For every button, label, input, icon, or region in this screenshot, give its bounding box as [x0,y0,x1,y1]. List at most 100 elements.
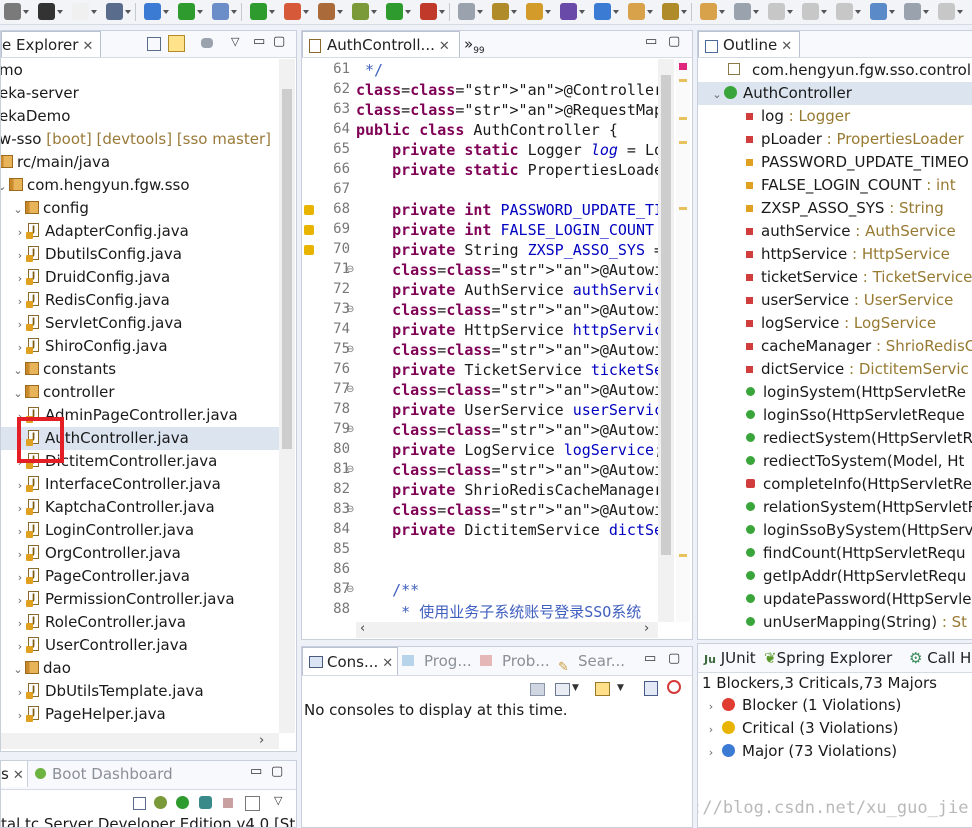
open-console-icon[interactable] [595,682,610,696]
dropdown-icon[interactable]: ▼ [617,683,624,693]
tree-item[interactable]: › J LoginController.java [1,519,279,542]
expand-arrow-icon[interactable]: › [13,290,27,313]
outline-item[interactable]: PASSWORD_UPDATE_TIMEO [698,151,972,174]
tab-overflow[interactable]: »99 [464,31,485,57]
dropdown-icon[interactable] [23,10,29,14]
tree-item[interactable]: › J AdapterConfig.java [1,220,279,243]
tree-item[interactable]: ⌄ config [1,197,279,220]
outline-item[interactable]: loginSystem(HttpServletRe [698,381,972,404]
tree-item[interactable]: › J DbutilsConfig.java [1,243,279,266]
skip-breakpoints-icon[interactable] [178,3,195,20]
dropdown-icon[interactable] [197,10,203,14]
expand-arrow-icon[interactable]: › [13,336,27,359]
build-icon[interactable] [458,3,475,20]
outline-item[interactable]: com.hengyun.fgw.sso.controll [698,59,972,82]
close-icon[interactable]: ✕ [82,39,93,54]
view-menu-icon[interactable]: ▽ [231,35,239,48]
stop-icon[interactable] [420,3,437,20]
collapse-arrow-icon[interactable]: ⌄ [11,198,25,221]
expand-arrow-icon[interactable]: › [13,704,27,727]
issue-group[interactable]: › Critical (3 Violations) [698,717,972,740]
class-icon[interactable] [526,3,543,20]
dropdown-icon[interactable] [477,10,483,14]
minimize-icon[interactable]: ▭ [250,764,262,779]
new-icon[interactable] [38,3,55,20]
coverage-icon[interactable] [352,3,369,20]
outline-item[interactable]: updatePassword(HttpServle [698,588,972,611]
globe-icon[interactable] [836,3,853,20]
scroll-right-icon[interactable]: › [644,621,649,636]
open-task-icon[interactable] [628,3,645,20]
tree-item[interactable]: › J OrgController.java [1,542,279,565]
outline-item[interactable]: getIpAddr(HttpServletRequ [698,565,972,588]
outline-item[interactable]: dictService : DictitemServic [698,358,972,381]
dropdown-icon[interactable] [923,10,929,14]
collapse-arrow-icon[interactable]: ⌄ [11,359,25,382]
dropdown-icon[interactable] [405,10,411,14]
outline-item[interactable]: FALSE_LOGIN_COUNT : int [698,174,972,197]
next-annotation-icon[interactable] [734,3,751,20]
dropdown-icon[interactable] [647,10,653,14]
maximize-icon[interactable]: ▢ [668,651,680,666]
dropdown-icon[interactable] [163,10,169,14]
fold-icon[interactable]: ⊖ [346,584,354,595]
scroll-right-icon[interactable]: › [259,733,264,748]
outline-item[interactable]: loginSsoBySystem(HttpServ [698,519,972,542]
tree-item[interactable]: › J RoleController.java [1,611,279,634]
collapse-all-icon[interactable] [147,37,161,51]
pin-icon[interactable] [802,3,819,20]
issue-group[interactable]: › Blocker (1 Violations) [698,694,972,717]
dropdown-icon[interactable] [231,10,237,14]
format-icon[interactable] [904,3,921,20]
dropdown-icon[interactable] [545,10,551,14]
dropdown-icon[interactable]: ▼ [572,683,579,693]
fold-icon[interactable]: ⊖ [346,344,354,355]
dropdown-icon[interactable] [371,10,377,14]
tree-horizontal-scrollbar[interactable]: › [1,733,279,749]
console-icon[interactable] [245,796,260,811]
tree-item[interactable]: eka-server [1,82,279,105]
expand-arrow-icon[interactable]: › [704,741,718,764]
tree-item[interactable]: › J KaptchaController.java [1,496,279,519]
collapse-arrow-icon[interactable]: ⌄ [11,658,25,681]
editor-scroll-thumb[interactable] [661,75,671,555]
tree-item[interactable]: ⌄ dao [1,657,279,680]
fold-icon[interactable]: ⊖ [346,304,354,315]
expand-arrow-icon[interactable]: › [704,695,718,718]
tab-outline[interactable]: Outline ✕ [698,31,800,57]
dropdown-icon[interactable] [511,10,517,14]
dropdown-icon[interactable] [889,10,895,14]
run-last-icon[interactable] [386,3,403,20]
debug-icon[interactable] [154,796,167,809]
restart-debug-icon[interactable] [199,796,212,809]
maximize-icon[interactable]: ▢ [271,764,283,779]
editor-horizontal-scrollbar[interactable]: ‹ › [356,621,658,638]
dropdown-icon[interactable] [439,10,445,14]
expand-arrow-icon[interactable]: › [13,566,27,589]
outline-item[interactable]: userService : UserService [698,289,972,312]
dropdown-icon[interactable] [125,10,131,14]
fold-icon[interactable]: ⊖ [346,384,354,395]
expand-arrow-icon[interactable]: › [13,244,27,267]
dropdown-icon[interactable] [91,10,97,14]
tree-item[interactable]: › J PageHelper.java [1,703,279,726]
pin-console-icon[interactable] [530,683,545,696]
stop-icon[interactable] [223,798,233,808]
minimize-icon[interactable]: ▭ [253,34,265,49]
tree-item[interactable]: › J ShiroConfig.java [1,335,279,358]
prev-annotation-icon[interactable] [768,3,785,20]
dropdown-icon[interactable] [337,10,343,14]
expand-arrow-icon[interactable]: › [13,589,27,612]
dropdown-icon[interactable] [855,10,861,14]
tree-item[interactable]: ⌄ controller [1,381,279,404]
run-icon[interactable] [250,3,267,20]
tree-item[interactable]: › J InterfaceController.java [1,473,279,496]
tree-vertical-scrollbar[interactable] [279,59,295,733]
outline-item[interactable]: httpService : HttpService [698,243,972,266]
run-debug-icon[interactable] [212,3,229,20]
tab-spring-explorer[interactable]: ❦Spring Explorer [764,644,892,670]
tab-package-explorer[interactable]: e Explorer ✕ [1,31,101,57]
tree-item[interactable]: rc/main/java [1,151,279,174]
dropdown-icon[interactable] [303,10,309,14]
dropdown-icon[interactable] [681,10,687,14]
